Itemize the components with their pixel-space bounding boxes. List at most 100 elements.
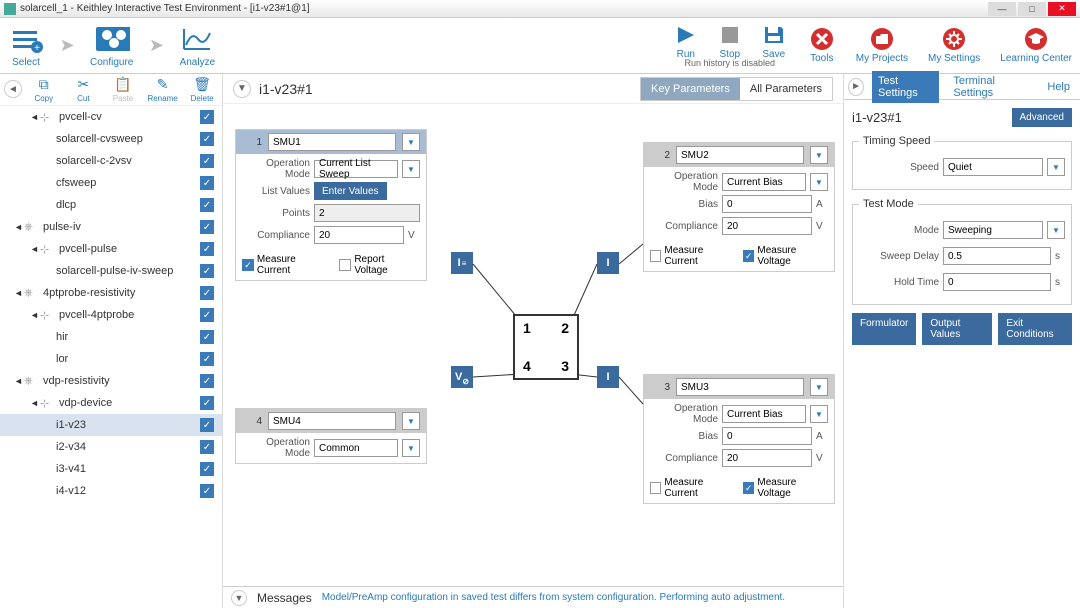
tree-check[interactable]: ✓ bbox=[200, 264, 214, 278]
smu3-measure-voltage[interactable]: ✓Measure Voltage bbox=[743, 477, 828, 499]
tree-item[interactable]: ◄⊹pvcell-cv✓ bbox=[0, 106, 222, 128]
maximize-button[interactable]: □ bbox=[1018, 2, 1046, 16]
minimize-button[interactable]: — bbox=[988, 2, 1016, 16]
tree-check[interactable]: ✓ bbox=[200, 462, 214, 476]
left-collapse-button[interactable]: ◄ bbox=[4, 80, 22, 98]
dropdown-icon[interactable]: ▼ bbox=[810, 405, 828, 423]
configure-button[interactable]: Configure bbox=[90, 23, 133, 68]
messages-collapse[interactable]: ▼ bbox=[231, 590, 247, 606]
advanced-button[interactable]: Advanced bbox=[1012, 108, 1072, 127]
analyze-button[interactable]: Analyze bbox=[179, 23, 215, 68]
dropdown-icon[interactable]: ▼ bbox=[810, 173, 828, 191]
tree-check[interactable]: ✓ bbox=[200, 132, 214, 146]
smu4-opmode[interactable]: Common bbox=[314, 439, 398, 457]
tree-check[interactable]: ✓ bbox=[200, 198, 214, 212]
tree-check[interactable]: ✓ bbox=[200, 176, 214, 190]
tree-check[interactable]: ✓ bbox=[200, 484, 214, 498]
learning-center-button[interactable]: Learning Center bbox=[1000, 27, 1072, 64]
select-button[interactable]: + Select bbox=[8, 23, 44, 68]
tree-item[interactable]: i2-v34✓ bbox=[0, 436, 222, 458]
tree-check[interactable]: ✓ bbox=[200, 396, 214, 410]
tree-item[interactable]: lor✓ bbox=[0, 348, 222, 370]
speed-select[interactable]: Quiet bbox=[943, 158, 1043, 176]
dropdown-icon[interactable]: ▼ bbox=[810, 378, 828, 396]
smu2-select[interactable]: SMU2 bbox=[676, 146, 804, 164]
tree-check[interactable]: ✓ bbox=[200, 330, 214, 344]
mode-select[interactable]: Sweeping bbox=[943, 221, 1043, 239]
smu3-select[interactable]: SMU3 bbox=[676, 378, 804, 396]
sweep-delay-input[interactable]: 0.5 bbox=[943, 247, 1051, 265]
smu3-compliance[interactable]: 20 bbox=[722, 449, 812, 467]
hold-time-input[interactable]: 0 bbox=[943, 273, 1051, 291]
formulator-button[interactable]: Formulator bbox=[852, 313, 916, 345]
enter-values-button[interactable]: Enter Values bbox=[314, 182, 387, 200]
tab-test-settings[interactable]: Test Settings bbox=[872, 71, 939, 103]
close-button[interactable]: ✕ bbox=[1048, 2, 1076, 16]
smu2-measure-voltage[interactable]: ✓Measure Voltage bbox=[743, 245, 828, 267]
tree-item[interactable]: dlcp✓ bbox=[0, 194, 222, 216]
smu3-bias[interactable]: 0 bbox=[722, 427, 812, 445]
tree-item[interactable]: i1-v23✓ bbox=[0, 414, 222, 436]
my-projects-button[interactable]: My Projects bbox=[856, 27, 908, 64]
tree-check[interactable]: ✓ bbox=[200, 374, 214, 388]
smu3-opmode[interactable]: Current Bias bbox=[722, 405, 806, 423]
tree-item[interactable]: ◄⊹pvcell-4ptprobe✓ bbox=[0, 304, 222, 326]
tools-button[interactable]: Tools bbox=[808, 27, 836, 64]
delete-button[interactable]: 🗑Delete bbox=[182, 74, 222, 105]
all-parameters-tab[interactable]: All Parameters bbox=[740, 78, 832, 100]
dropdown-icon[interactable]: ▼ bbox=[402, 133, 420, 151]
smu1-opmode[interactable]: Current List Sweep bbox=[314, 160, 398, 178]
smu2-measure-current[interactable]: Measure Current bbox=[650, 245, 735, 267]
dropdown-icon[interactable]: ▼ bbox=[402, 160, 420, 178]
smu2-opmode[interactable]: Current Bias bbox=[722, 173, 806, 191]
tree-check[interactable]: ✓ bbox=[200, 286, 214, 300]
smu1-points[interactable]: 2 bbox=[314, 204, 420, 222]
tree-check[interactable]: ✓ bbox=[200, 220, 214, 234]
save-button[interactable]: Save bbox=[760, 23, 788, 60]
tree-item[interactable]: ◄⊹pvcell-pulse✓ bbox=[0, 238, 222, 260]
tree-item[interactable]: solarcell-pulse-iv-sweep✓ bbox=[0, 260, 222, 282]
output-values-button[interactable]: Output Values bbox=[922, 313, 992, 345]
run-button[interactable]: Run bbox=[672, 23, 700, 60]
tab-terminal-settings[interactable]: Terminal Settings bbox=[947, 71, 1033, 103]
stop-button[interactable]: Stop bbox=[716, 23, 744, 60]
tree-check[interactable]: ✓ bbox=[200, 418, 214, 432]
key-parameters-tab[interactable]: Key Parameters bbox=[641, 78, 740, 100]
project-tree[interactable]: ◄⊹pvcell-cv✓solarcell-cvsweep✓solarcell-… bbox=[0, 106, 222, 596]
tree-item[interactable]: ◄⎈pulse-iv✓ bbox=[0, 216, 222, 238]
smu1-select[interactable]: SMU1 bbox=[268, 133, 396, 151]
center-collapse-button[interactable]: ▼ bbox=[233, 80, 251, 98]
tree-check[interactable]: ✓ bbox=[200, 154, 214, 168]
tree-item[interactable]: hir✓ bbox=[0, 326, 222, 348]
rename-button[interactable]: ✎Rename bbox=[143, 74, 183, 105]
cut-button[interactable]: ✂Cut bbox=[64, 74, 104, 105]
tree-item[interactable]: ◄⎈vdp-resistivity✓ bbox=[0, 370, 222, 392]
smu1-report-voltage[interactable]: Report Voltage bbox=[339, 254, 420, 276]
tree-item[interactable]: ◄⊹vdp-device✓ bbox=[0, 392, 222, 414]
smu2-bias[interactable]: 0 bbox=[722, 195, 812, 213]
tree-item[interactable]: solarcell-c-2vsv✓ bbox=[0, 150, 222, 172]
tree-check[interactable]: ✓ bbox=[200, 308, 214, 322]
tree-check[interactable]: ✓ bbox=[200, 242, 214, 256]
tree-check[interactable]: ✓ bbox=[200, 440, 214, 454]
smu1-measure-current[interactable]: ✓Measure Current bbox=[242, 254, 331, 276]
smu1-compliance[interactable]: 20 bbox=[314, 226, 404, 244]
dropdown-icon[interactable]: ▼ bbox=[1047, 221, 1065, 239]
smu4-select[interactable]: SMU4 bbox=[268, 412, 396, 430]
dropdown-icon[interactable]: ▼ bbox=[1047, 158, 1065, 176]
smu3-measure-current[interactable]: Measure Current bbox=[650, 477, 735, 499]
my-settings-button[interactable]: My Settings bbox=[928, 27, 980, 64]
dropdown-icon[interactable]: ▼ bbox=[402, 439, 420, 457]
tree-item[interactable]: cfsweep✓ bbox=[0, 172, 222, 194]
copy-button[interactable]: ⧉Copy bbox=[24, 74, 64, 105]
dropdown-icon[interactable]: ▼ bbox=[402, 412, 420, 430]
tree-item[interactable]: solarcell-cvsweep✓ bbox=[0, 128, 222, 150]
tree-check[interactable]: ✓ bbox=[200, 110, 214, 124]
dropdown-icon[interactable]: ▼ bbox=[810, 146, 828, 164]
exit-conditions-button[interactable]: Exit Conditions bbox=[998, 313, 1072, 345]
tree-item[interactable]: i3-v41✓ bbox=[0, 458, 222, 480]
right-collapse-button[interactable]: ► bbox=[848, 78, 864, 96]
smu2-compliance[interactable]: 20 bbox=[722, 217, 812, 235]
tree-item[interactable]: ◄⎈4ptprobe-resistivity✓ bbox=[0, 282, 222, 304]
tab-help[interactable]: Help bbox=[1041, 77, 1076, 97]
